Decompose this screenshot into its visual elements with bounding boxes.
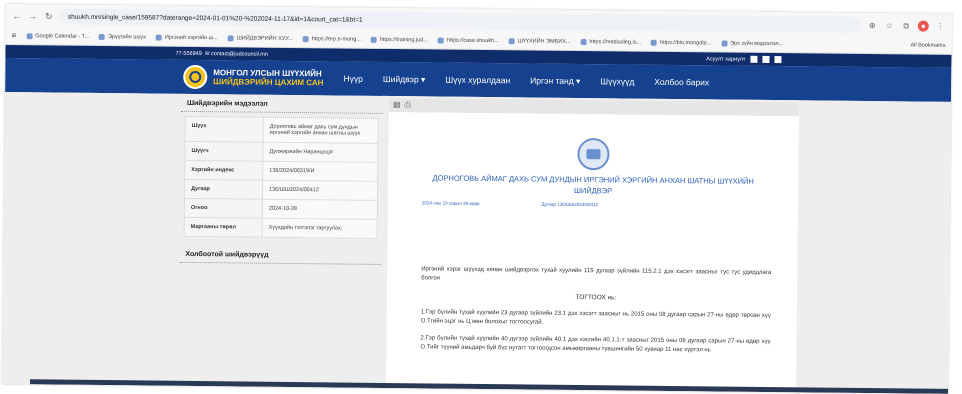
nav-contact[interactable]: Холбоо барих (654, 77, 709, 88)
bookmark-item[interactable]: https://bio.mongolp... (651, 39, 711, 46)
reload-icon[interactable]: ↻ (44, 11, 54, 21)
address-text: shuukh.mn/single_case/159587?daterange=2… (67, 13, 363, 24)
bookmark-item[interactable]: Эрх зүйн мэдээлэл... (721, 40, 783, 47)
facebook-icon[interactable] (750, 55, 758, 63)
twitter-icon[interactable] (762, 55, 770, 63)
topbar-right: Асуулт хариулт (706, 55, 782, 64)
forward-icon[interactable]: → (28, 11, 38, 21)
bookmark-item[interactable]: https://training.jud... (370, 36, 428, 43)
download-icon[interactable]: ▤ (393, 100, 401, 110)
decision-info-table: Шүүх Дорноговь аймаг дахь сум дундын иргэ… (184, 116, 379, 239)
brand-line-2: ШИЙДВЭРИЙН ЦАХИМ САН (213, 77, 324, 88)
bookmark-item[interactable]: https://case.shuukh... (437, 37, 499, 44)
extensions-icon[interactable]: ⧉ (901, 20, 912, 31)
phone-text: 77-556949 (175, 50, 202, 57)
email-text: contact@judcouncil.mn (210, 50, 268, 58)
back-icon[interactable]: ← (12, 11, 22, 21)
document-date: 2024 оны 10 сарын 28 өдөр (421, 200, 480, 206)
nav-citizens[interactable]: Иргэн танд ▾ (530, 75, 580, 87)
document-intro: Иргэний хэрэг шүүхэд хянан шийдвэрлэх ту… (421, 266, 772, 282)
youtube-icon[interactable] (774, 56, 782, 64)
menu-icon[interactable]: ⋮ (935, 20, 946, 31)
document-toolbar: ▤ ⎙ (388, 98, 800, 117)
star-icon[interactable]: ☆ (884, 20, 895, 31)
decision-sidebar: Шийдвэрийн мэдээлэл Шүүх Дорноговь аймаг … (179, 95, 384, 265)
print-icon[interactable]: ⎙ (404, 100, 411, 110)
nav-hearings[interactable]: Шүүх хуралдаан (445, 75, 510, 86)
screenshot-frame: ← → ↻ shuukh.mn/single_case/159587?dater… (2, 4, 952, 394)
bookmark-item[interactable]: Эрүүгийн шүүх (98, 33, 146, 40)
nav-home[interactable]: Нүүр (343, 74, 362, 84)
contact-info: 77-556949 ✉ contact@judcouncil.mn (175, 50, 268, 58)
bookmark-item[interactable]: https://medsulleg.is... (580, 39, 641, 46)
table-row: Дугаар 136/ШШ2024/00412 (184, 179, 378, 201)
bookmark-item[interactable]: ШИЙДВЭРИЙН ХУУ... (227, 35, 293, 42)
sidebar-title: Шийдвэрийн мэдээлэл (180, 95, 384, 114)
table-row: Маргааны төрөл Хүүхдийн тэтгэлэг гаргуула… (184, 217, 378, 239)
faq-link[interactable]: Асуулт хариулт (706, 56, 745, 62)
document-heading: ТОГТООХ нь: (575, 293, 617, 302)
document-paragraph: 1.Гэр бүлийн тухай хуулийн 23 дугаар зүй… (420, 309, 771, 326)
table-row: Огноо 2024-10-28 (184, 198, 378, 220)
bookmark-item[interactable]: Иргэний хэргийн ш... (155, 34, 218, 41)
profile-icon[interactable]: ● (917, 20, 929, 32)
decision-document: ▤ ⎙ ДОРНОГОВЬ АЙМАГ ДАХЬ СУМ ДУНДЫН ИРГЭ… (385, 98, 800, 393)
document-title: ДОРНОГОВЬ АЙМАГ ДАХЬ СУМ ДУНДЫН ИРГЭНИЙ … (432, 173, 754, 196)
page-content: Шийдвэрийн мэдээлэл Шүүх Дорноговь аймаг … (2, 91, 952, 394)
nav-decisions[interactable]: Шийдвэр ▾ (383, 73, 426, 84)
table-row: Шүүх Дорноговь аймаг дахь сум дундын иргэ… (185, 116, 379, 144)
table-row: Хэргийн индекс 136/2024/00319/И (184, 160, 378, 182)
related-decisions-title: Холбоотой шийдвэрүүд (179, 246, 382, 265)
table-row: Шүүгч Дулжиржийн Наранцэцэг (184, 141, 379, 163)
site-brand[interactable]: МОНГОЛ УЛСЫН ШҮҮХИЙН ШИЙДВЭРИЙН ЦАХИМ СА… (213, 68, 323, 87)
bookmark-item[interactable]: https://erp.e-mong... (302, 36, 361, 43)
document-body: Иргэний хэрэг шүүхэд хянан шийдвэрлэх ту… (386, 205, 798, 356)
all-bookmarks[interactable]: All Bookmarks (910, 42, 945, 48)
bookmark-item[interactable]: Google Calendar - T... (26, 33, 89, 40)
nav-courts[interactable]: Шүүхүүд (600, 76, 634, 86)
site-logo-icon[interactable] (183, 64, 208, 90)
bookmark-item[interactable]: ШҮҮХИЙН ЭМБИХ... (508, 38, 570, 45)
zoom-icon[interactable]: ⊕ (867, 20, 878, 31)
apps-icon[interactable]: ⊞ (12, 33, 17, 39)
document-paragraph: 2.Гэр бүлийн тухай хуулийн 40 дүгээр зүй… (420, 335, 771, 354)
state-emblem-icon (577, 137, 610, 171)
document-number: Дугаар 136/ШШ2024/00412 (541, 201, 599, 208)
